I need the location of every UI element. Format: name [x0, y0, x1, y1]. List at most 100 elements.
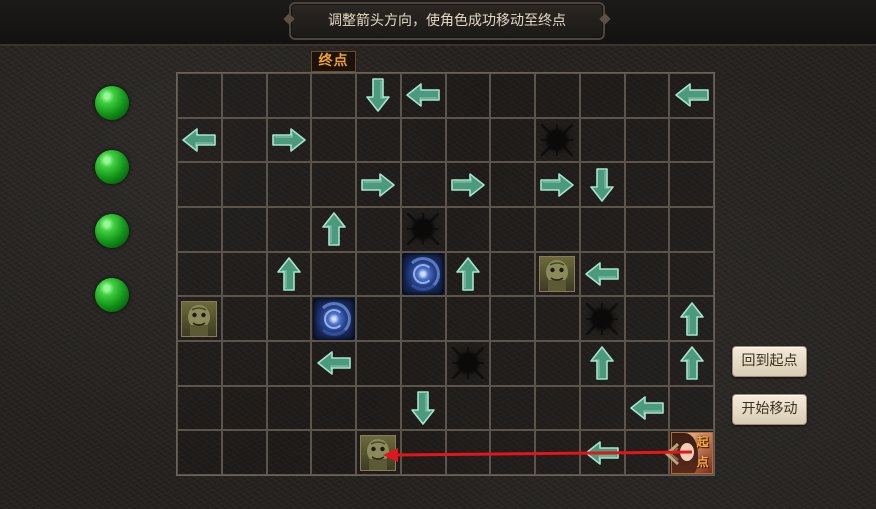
grid-cell [266, 341, 312, 386]
monster-enemy-icon [360, 434, 397, 471]
arrow-left-icon[interactable] [629, 395, 665, 421]
grid-cell[interactable] [624, 385, 670, 431]
cracked-hole-icon [405, 211, 442, 248]
grid-cell [266, 73, 312, 118]
grid-cell[interactable] [579, 251, 625, 297]
start-move-button[interactable]: 开始移动 [732, 394, 807, 425]
grid-cell [445, 73, 491, 118]
arrow-down-icon[interactable] [410, 390, 436, 426]
grid-cell[interactable] [669, 296, 714, 341]
grid-cell[interactable] [669, 73, 714, 118]
arrow-left-icon[interactable] [316, 350, 352, 376]
vortex-portal-icon [402, 252, 445, 295]
grid-cell [490, 430, 535, 475]
arrow-up-icon[interactable] [589, 345, 615, 381]
grid-cell[interactable] [356, 162, 401, 207]
grid-cell [356, 296, 401, 341]
grid-cell [356, 341, 401, 386]
grid-cell[interactable] [445, 341, 491, 386]
arrow-left-icon[interactable] [405, 82, 441, 108]
grid-cell[interactable] [445, 251, 491, 297]
grid-cell [445, 296, 491, 341]
arrow-left-icon[interactable] [584, 440, 620, 466]
arrow-up-icon[interactable] [276, 256, 302, 292]
arrow-up-icon[interactable] [455, 256, 481, 292]
grid-cell[interactable] [445, 162, 491, 207]
grid-cell[interactable] [400, 73, 446, 118]
grid-cell [624, 296, 670, 341]
grid-cell [624, 117, 670, 163]
grid-cell [400, 341, 446, 386]
arrow-right-icon[interactable] [539, 172, 575, 198]
grid-cell[interactable] [579, 162, 625, 207]
grid-cell [624, 251, 670, 297]
grid-cell [490, 207, 535, 252]
grid-cell [177, 207, 222, 252]
grid-cell[interactable] [177, 117, 222, 163]
cracked-hole-icon [539, 121, 576, 158]
grid-cell[interactable] [177, 296, 222, 341]
grid-cell[interactable] [311, 296, 356, 341]
grid-cell [445, 430, 491, 475]
grid-cell [356, 207, 401, 252]
grid-cell [490, 341, 535, 386]
arrow-right-icon[interactable] [360, 172, 396, 198]
grid-cell [579, 117, 625, 163]
grid-cell[interactable] [579, 296, 625, 341]
grid-cell[interactable] [356, 430, 401, 475]
grid-cell [400, 296, 446, 341]
grid-cell [266, 296, 312, 341]
grid-cell[interactable] [400, 251, 446, 297]
grid-cell [535, 207, 580, 252]
grid-cell [266, 430, 312, 475]
grid-cell [177, 162, 222, 207]
grid-cell[interactable] [311, 341, 356, 386]
monster-enemy-icon [181, 300, 218, 337]
grid-cell [177, 73, 222, 118]
cracked-hole-icon [584, 300, 621, 337]
grid-cell [221, 385, 267, 431]
grid-cell[interactable] [400, 385, 446, 431]
arrow-right-icon[interactable] [271, 127, 307, 153]
grid-cell[interactable] [669, 341, 714, 386]
grid-cell [535, 430, 580, 475]
grid-cell [400, 162, 446, 207]
goal-label: 终点 [311, 51, 356, 72]
grid-cell[interactable] [579, 341, 625, 386]
grid-cell[interactable] [535, 162, 580, 207]
grid-cell[interactable] [535, 251, 580, 297]
grid-cell[interactable] [356, 73, 401, 118]
grid-cell [221, 251, 267, 297]
grid-cell[interactable] [535, 117, 580, 163]
grid-cell [311, 251, 356, 297]
grid-cell [490, 162, 535, 207]
grid-cell [669, 251, 714, 297]
grid-cell [400, 117, 446, 163]
arrow-down-icon[interactable] [589, 167, 615, 203]
arrow-up-icon[interactable] [321, 211, 347, 247]
arrow-left-icon[interactable] [181, 127, 217, 153]
grid-cell[interactable] [579, 430, 625, 475]
grid-cell [490, 117, 535, 163]
arrow-right-icon[interactable] [450, 172, 486, 198]
grid-cell [445, 385, 491, 431]
grid-cell [311, 73, 356, 118]
grid-cell[interactable] [311, 207, 356, 252]
arrow-up-icon[interactable] [679, 345, 705, 381]
grid-cell [311, 117, 356, 163]
grid-cell[interactable] [400, 207, 446, 252]
grid-cell [266, 385, 312, 431]
reset-to-start-button[interactable]: 回到起点 [732, 346, 807, 377]
grid-cell[interactable] [266, 251, 312, 297]
grid-cell [221, 117, 267, 163]
grid-cell [177, 430, 222, 475]
arrow-up-icon[interactable] [679, 301, 705, 337]
grid-cell[interactable] [266, 117, 312, 163]
arrow-down-icon[interactable] [365, 77, 391, 113]
grid-cell [177, 385, 222, 431]
arrow-left-icon[interactable] [584, 261, 620, 287]
grid-cell [221, 162, 267, 207]
grid-cell [490, 385, 535, 431]
grid-cell [221, 430, 267, 475]
arrow-left-icon[interactable] [674, 82, 710, 108]
